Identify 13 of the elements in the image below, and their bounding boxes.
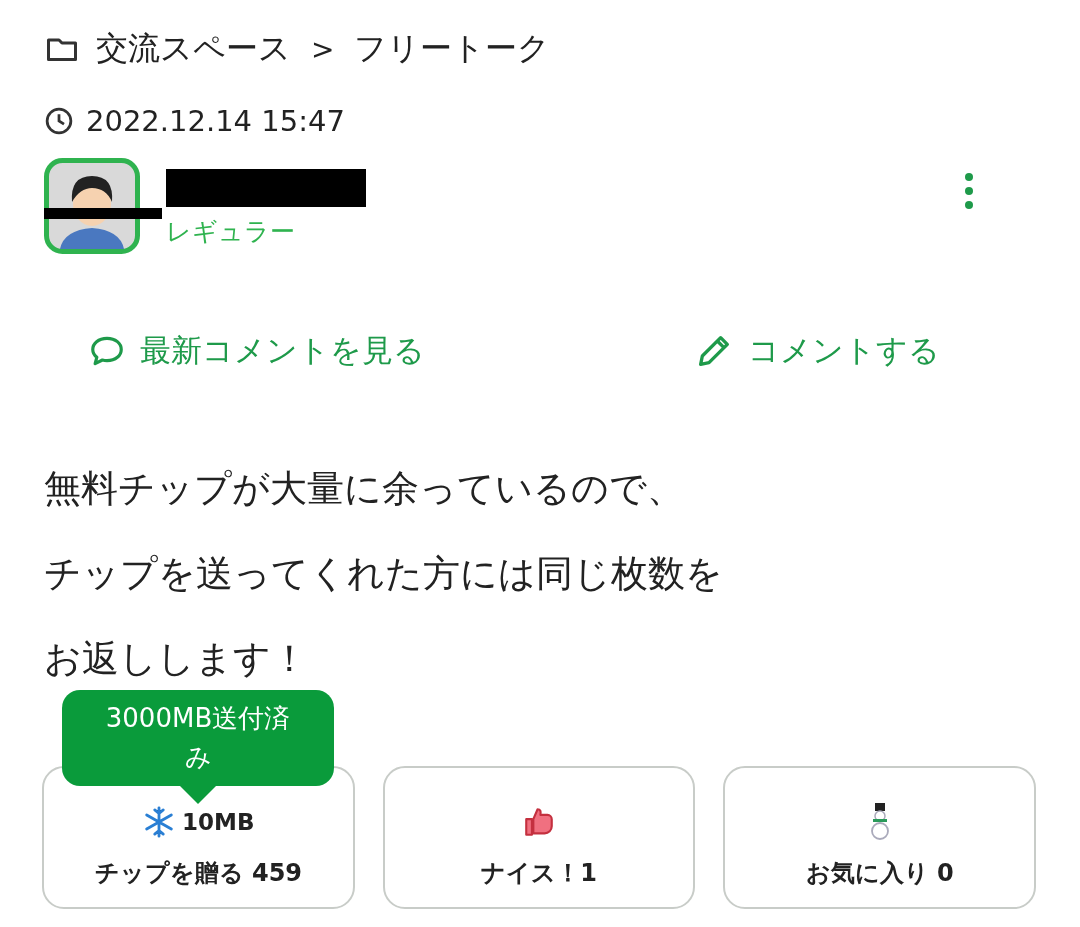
breadcrumb-separator: >: [311, 32, 335, 66]
user-rank: レギュラー: [166, 215, 296, 248]
comment-link[interactable]: コメントする: [694, 330, 940, 372]
breadcrumb-link[interactable]: フリートーク: [354, 27, 551, 71]
post-timestamp: 2022.12.14 15:47: [86, 104, 345, 138]
comment-link[interactable]: 最新コメントを見る: [88, 330, 425, 372]
breadcrumb-link[interactable]: 交流スペース: [96, 27, 291, 71]
reaction-button[interactable]: お気に入り 0: [723, 766, 1036, 909]
post-body: 無料チップが大量に余っているので、 チップを送ってくれた方には同じ枚数を お返しします！: [44, 466, 724, 682]
reaction-button[interactable]: ナイス！1: [382, 766, 696, 909]
more-icon[interactable]: [964, 171, 974, 211]
tooltip: 3000MB送付済み: [62, 690, 334, 804]
clock-icon: [44, 106, 74, 136]
